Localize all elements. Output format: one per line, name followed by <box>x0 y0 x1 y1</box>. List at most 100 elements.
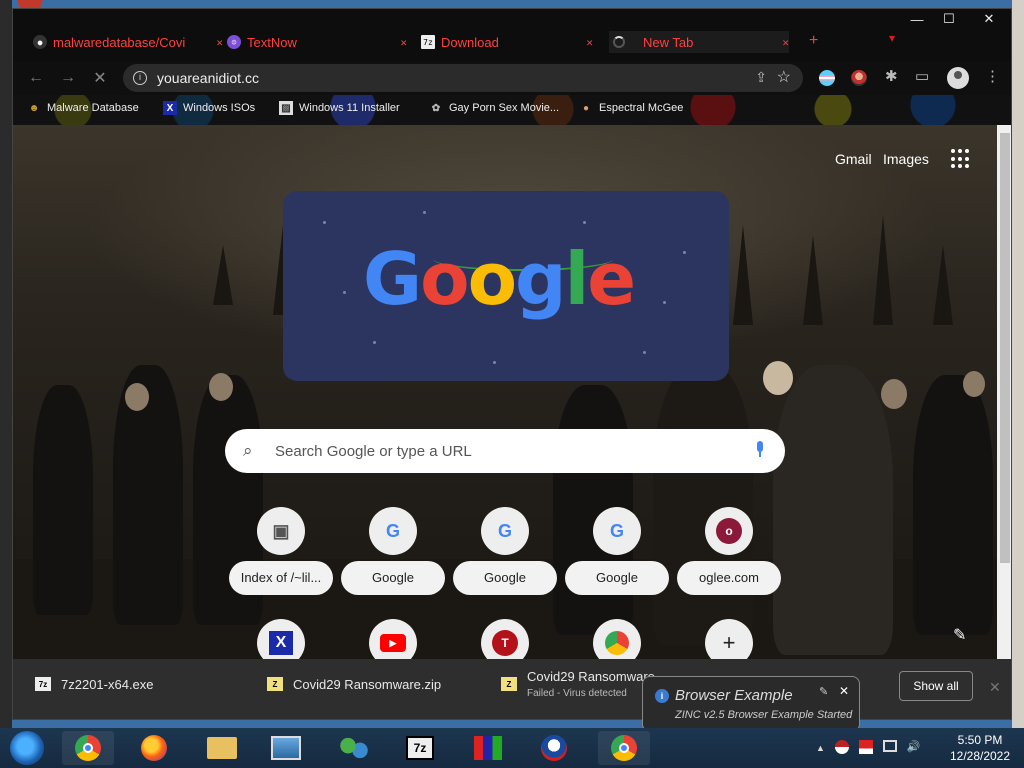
bookmark-windows-11-installer[interactable]: ▨ Windows 11 Installer <box>279 101 400 115</box>
shortcut-tile[interactable]: ▶ <box>341 619 445 659</box>
taskbar-chrome-icon[interactable] <box>62 731 114 765</box>
background-figure <box>773 365 893 655</box>
show-hidden-icons-chevron-icon[interactable]: ▲ <box>816 743 825 754</box>
shortcut-tile[interactable]: G Google <box>565 507 669 595</box>
tab-close-icon[interactable]: ✕ <box>782 36 789 49</box>
scrollbar-thumb[interactable] <box>1000 133 1010 563</box>
pin-icon[interactable]: ✎ <box>819 685 828 698</box>
taskbar-file-explorer-icon[interactable] <box>196 731 248 765</box>
add-shortcut-icon: + <box>705 619 753 659</box>
images-link[interactable]: Images <box>883 151 929 167</box>
bookmark-movie-site[interactable]: ✿ Gay Porn Sex Movie... <box>429 101 559 115</box>
download-item[interactable]: Z Covid29 Ransomware.zip <box>267 677 441 692</box>
close-download-bar-button[interactable]: ✕ <box>989 679 1001 696</box>
taskbar-installer-icon[interactable] <box>462 731 514 765</box>
shortcut-glyph: ▶ <box>380 634 406 652</box>
taskbar-obama-icon[interactable] <box>528 731 580 765</box>
download-item[interactable]: 7z 7z2201-x64.exe <box>35 677 154 692</box>
taskbar-network-icon[interactable] <box>328 731 380 765</box>
taskbar: 7z ▲ 🔊 5:50 PM 12/28/2022 <box>0 728 1024 768</box>
share-icon[interactable]: ⇪ <box>755 69 767 86</box>
address-bar[interactable]: i youareanidiot.cc ⇪ ☆ <box>123 64 803 92</box>
page-scrollbar[interactable] <box>997 125 1011 659</box>
bookmark-malware-database[interactable]: ☻ Malware Database <box>27 101 139 115</box>
background-spire <box>933 245 953 325</box>
tab-title: New Tab <box>643 34 694 50</box>
url-text[interactable]: youareanidiot.cc <box>157 70 259 86</box>
forward-button[interactable]: → <box>57 67 79 89</box>
shortcut-tile[interactable]: o oglee.com <box>677 507 781 595</box>
bookmark-espectral-mcgee[interactable]: ● Espectral McGee <box>579 101 683 115</box>
voice-search-icon[interactable] <box>755 441 765 457</box>
taskbar-clock[interactable]: 5:50 PM 12/28/2022 <box>940 732 1020 764</box>
download-filename: Covid29 Ransomware.zip <box>293 677 442 692</box>
stop-button[interactable]: ✕ <box>89 67 111 89</box>
search-input[interactable] <box>275 439 735 463</box>
x-logo-icon: X <box>163 101 177 115</box>
tab-title: TextNow <box>247 34 297 50</box>
extension-avatar-icon[interactable] <box>851 70 867 86</box>
download-bar: 7z 7z2201-x64.exe Z Covid29 Ransomware.z… <box>13 659 1011 719</box>
zip-file-icon: Z <box>501 677 517 691</box>
doodle-letter-3: g <box>515 237 567 321</box>
side-panel-icon[interactable]: ▭ <box>915 67 929 85</box>
new-tab-page: Gmail Images Google ⌕ ▣ <box>13 125 1011 659</box>
shortcut-label: Google <box>341 561 445 595</box>
maximize-button[interactable]: ☐ <box>933 9 965 29</box>
zip-file-icon: Z <box>267 677 283 691</box>
minimize-button[interactable]: — <box>901 9 933 29</box>
shortcut-tile[interactable]: X <box>229 619 333 659</box>
doodle-letter-1: o <box>420 237 469 321</box>
taskbar-firefox-icon[interactable] <box>128 731 180 765</box>
paw-icon: ✿ <box>431 102 441 114</box>
tab-close-icon[interactable]: ✕ <box>400 36 407 49</box>
action-center-flag-icon[interactable] <box>858 740 873 754</box>
site-info-icon[interactable]: i <box>133 71 147 85</box>
google-apps-icon[interactable] <box>951 149 971 169</box>
background-figure <box>913 375 993 635</box>
taskbar-photos-icon[interactable] <box>260 731 312 765</box>
notification-close-button[interactable]: ✕ <box>839 684 849 698</box>
flag-tray-icon[interactable] <box>834 740 849 754</box>
tab-new-tab[interactable]: New Tab ✕ <box>609 31 789 53</box>
clock-time: 5:50 PM <box>957 733 1003 747</box>
background-figure-head <box>209 373 233 401</box>
bookmark-label: Gay Porn Sex Movie... <box>449 102 560 114</box>
shortcut-tile[interactable]: ▣ Index of /~lil... <box>229 507 333 595</box>
tab-close-icon[interactable]: ✕ <box>586 36 593 49</box>
customize-pencil-icon[interactable]: ✎ <box>953 625 966 645</box>
shortcut-tile[interactable]: G Google <box>453 507 557 595</box>
network-tray-icon[interactable] <box>882 740 897 752</box>
taskbar-7zip-icon[interactable]: 7z <box>394 731 446 765</box>
tab-malwaredatabase[interactable]: ● malwaredatabase/Covi ✕ <box>33 31 223 53</box>
extension-flag-icon[interactable] <box>819 70 835 86</box>
back-button[interactable]: ← <box>25 67 47 89</box>
show-all-downloads-button[interactable]: Show all <box>899 671 973 701</box>
browser-menu-icon[interactable]: ⋮ <box>985 67 1000 85</box>
taskbar-chrome-icon[interactable] <box>598 731 650 765</box>
notification-text: ZINC v2.5 Browser Example Started <box>675 709 853 721</box>
clock-date: 12/28/2022 <box>949 749 1011 763</box>
extensions-puzzle-icon[interactable]: ✱ <box>885 67 898 85</box>
add-shortcut-tile[interactable]: + <box>677 619 781 659</box>
avatar-icon: ● <box>582 102 590 114</box>
tab-close-icon[interactable]: ✕ <box>216 36 223 49</box>
shortcut-tile[interactable]: T <box>453 619 557 659</box>
shortcut-tile[interactable]: G Google <box>341 507 445 595</box>
ntp-search-box[interactable]: ⌕ <box>225 429 785 473</box>
bookmark-star-icon[interactable]: ☆ <box>777 67 791 87</box>
google-doodle[interactable]: Google <box>283 191 729 381</box>
tab-textnow[interactable]: ☺ TextNow ✕ <box>227 31 407 53</box>
profile-avatar-icon[interactable] <box>947 67 969 89</box>
close-window-button[interactable]: ✕ <box>965 9 1011 29</box>
tray-notification[interactable]: i Browser Example ZINC v2.5 Browser Exam… <box>642 676 860 732</box>
new-tab-button[interactable]: + <box>809 32 818 50</box>
gmail-link[interactable]: Gmail <box>835 151 872 167</box>
tab-search-button[interactable]: ▾ <box>889 31 895 45</box>
bookmark-windows-isos[interactable]: X Windows ISOs <box>163 101 255 115</box>
volume-tray-icon[interactable]: 🔊 <box>907 740 921 754</box>
shortcut-tile[interactable] <box>565 619 669 659</box>
window-controls: — ☐ ✕ <box>901 9 1011 29</box>
tab-download[interactable]: 7z Download ✕ <box>421 31 593 53</box>
start-button[interactable] <box>10 731 44 765</box>
